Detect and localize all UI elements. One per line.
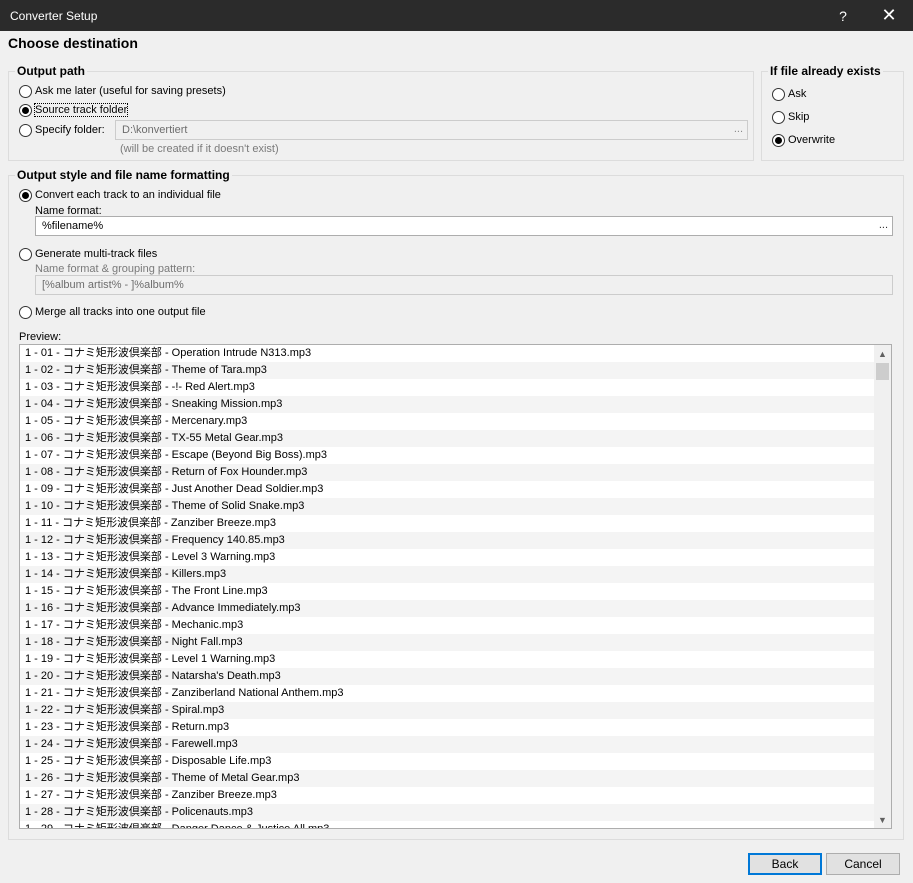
radio-indicator [19, 247, 32, 261]
exists-overwrite-radio[interactable]: Overwrite [772, 132, 835, 148]
individual-file-label: Convert each track to an individual file [35, 189, 221, 201]
list-item[interactable]: 1 - 18 - コナミ矩形波倶楽部 - Night Fall.mp3 [20, 634, 875, 651]
list-item[interactable]: 1 - 04 - コナミ矩形波倶楽部 - Sneaking Mission.mp… [20, 396, 875, 413]
grouping-pattern-input[interactable]: [%album artist% - ]%album% [35, 275, 893, 295]
list-item[interactable]: 1 - 15 - コナミ矩形波倶楽部 - The Front Line.mp3 [20, 583, 875, 600]
preview-list[interactable]: 1 - 01 - コナミ矩形波倶楽部 - Operation Intrude N… [19, 344, 892, 829]
list-item[interactable]: 1 - 03 - コナミ矩形波倶楽部 - -!- Red Alert.mp3 [20, 379, 875, 396]
specify-folder-label: Specify folder: [35, 124, 105, 136]
exists-skip-label: Skip [788, 111, 810, 123]
folder-hint: (will be created if it doesn't exist) [120, 143, 279, 155]
back-button[interactable]: Back [748, 853, 822, 875]
list-item[interactable]: 1 - 27 - コナミ矩形波倶楽部 - Zanziber Breeze.mp3 [20, 787, 875, 804]
list-item[interactable]: 1 - 19 - コナミ矩形波倶楽部 - Level 1 Warning.mp3 [20, 651, 875, 668]
merge-radio[interactable]: Merge all tracks into one output file [19, 304, 206, 320]
list-item[interactable]: 1 - 16 - コナミ矩形波倶楽部 - Advance Immediately… [20, 600, 875, 617]
radio-indicator [19, 188, 32, 202]
list-item[interactable]: 1 - 11 - コナミ矩形波倶楽部 - Zanziber Breeze.mp3 [20, 515, 875, 532]
grouping-pattern-value: [%album artist% - ]%album% [42, 279, 184, 291]
preview-items: 1 - 01 - コナミ矩形波倶楽部 - Operation Intrude N… [20, 345, 875, 828]
output-path-label: Output path [15, 64, 87, 78]
radio-indicator [19, 84, 32, 98]
multitrack-radio[interactable]: Generate multi-track files [19, 246, 157, 262]
folder-path-value: D:\konvertiert [122, 124, 188, 136]
list-item[interactable]: 1 - 14 - コナミ矩形波倶楽部 - Killers.mp3 [20, 566, 875, 583]
radio-indicator [19, 103, 32, 117]
list-item[interactable]: 1 - 24 - コナミ矩形波倶楽部 - Farewell.mp3 [20, 736, 875, 753]
list-item[interactable]: 1 - 10 - コナミ矩形波倶楽部 - Theme of Solid Snak… [20, 498, 875, 515]
if-exists-label: If file already exists [768, 64, 883, 78]
radio-indicator [772, 110, 785, 124]
list-item[interactable]: 1 - 29 - コナミ矩形波倶楽部 - Danger Dance & Just… [20, 821, 875, 828]
ask-later-label: Ask me later (useful for saving presets) [35, 85, 226, 97]
multitrack-label: Generate multi-track files [35, 248, 158, 260]
individual-file-radio[interactable]: Convert each track to an individual file [19, 187, 221, 203]
list-item[interactable]: 1 - 05 - コナミ矩形波倶楽部 - Mercenary.mp3 [20, 413, 875, 430]
name-format-value: %filename% [42, 220, 104, 232]
preview-scrollbar[interactable]: ▲ ▼ [874, 345, 891, 828]
exists-skip-radio[interactable]: Skip [772, 109, 809, 125]
exists-ask-label: Ask [788, 88, 807, 100]
list-item[interactable]: 1 - 06 - コナミ矩形波倶楽部 - TX-55 Metal Gear.mp… [20, 430, 875, 447]
list-item[interactable]: 1 - 07 - コナミ矩形波倶楽部 - Escape (Beyond Big … [20, 447, 875, 464]
window-title: Converter Setup [10, 9, 98, 23]
exists-overwrite-label: Overwrite [788, 134, 836, 146]
radio-indicator [772, 87, 785, 101]
list-item[interactable]: 1 - 12 - コナミ矩形波倶楽部 - Frequency 140.85.mp… [20, 532, 875, 549]
list-item[interactable]: 1 - 25 - コナミ矩形波倶楽部 - Disposable Life.mp3 [20, 753, 875, 770]
title-bar: Converter Setup ? ✕ [0, 0, 913, 31]
list-item[interactable]: 1 - 28 - コナミ矩形波倶楽部 - Policenauts.mp3 [20, 804, 875, 821]
close-button[interactable]: ✕ [866, 0, 912, 31]
radio-indicator [19, 305, 32, 319]
close-icon: ✕ [881, 5, 897, 25]
list-item[interactable]: 1 - 26 - コナミ矩形波倶楽部 - Theme of Metal Gear… [20, 770, 875, 787]
list-item[interactable]: 1 - 22 - コナミ矩形波倶楽部 - Spiral.mp3 [20, 702, 875, 719]
source-folder-radio[interactable]: Source track folder [19, 102, 129, 118]
list-item[interactable]: 1 - 13 - コナミ矩形波倶楽部 - Level 3 Warning.mp3 [20, 549, 875, 566]
cancel-button[interactable]: Cancel [826, 853, 900, 875]
exists-ask-radio[interactable]: Ask [772, 86, 806, 102]
list-item[interactable]: 1 - 09 - コナミ矩形波倶楽部 - Just Another Dead S… [20, 481, 875, 498]
list-item[interactable]: 1 - 21 - コナミ矩形波倶楽部 - Zanziberland Nation… [20, 685, 875, 702]
preview-label: Preview: [19, 331, 62, 343]
list-item[interactable]: 1 - 17 - コナミ矩形波倶楽部 - Mechanic.mp3 [20, 617, 875, 634]
name-format-browse-button[interactable]: ... [879, 219, 888, 231]
browse-folder-button[interactable]: ... [734, 123, 743, 135]
radio-indicator [19, 123, 32, 137]
merge-label: Merge all tracks into one output file [35, 306, 206, 318]
list-item[interactable]: 1 - 23 - コナミ矩形波倶楽部 - Return.mp3 [20, 719, 875, 736]
folder-path-input[interactable]: D:\konvertiert ... [115, 120, 748, 140]
specify-folder-radio[interactable]: Specify folder: [19, 122, 105, 138]
page-title: Choose destination [8, 35, 138, 51]
help-button[interactable]: ? [820, 0, 866, 31]
grouping-pattern-label: Name format & grouping pattern: [35, 263, 196, 275]
ask-later-radio[interactable]: Ask me later (useful for saving presets) [19, 83, 226, 99]
chevron-up-icon[interactable]: ▲ [874, 345, 891, 362]
list-item[interactable]: 1 - 01 - コナミ矩形波倶楽部 - Operation Intrude N… [20, 345, 875, 362]
list-item[interactable]: 1 - 02 - コナミ矩形波倶楽部 - Theme of Tara.mp3 [20, 362, 875, 379]
list-item[interactable]: 1 - 20 - コナミ矩形波倶楽部 - Natarsha's Death.mp… [20, 668, 875, 685]
list-item[interactable]: 1 - 08 - コナミ矩形波倶楽部 - Return of Fox Hound… [20, 464, 875, 481]
radio-indicator [772, 133, 785, 147]
scroll-thumb[interactable] [876, 363, 889, 380]
chevron-down-icon[interactable]: ▼ [874, 811, 891, 828]
source-folder-label: Source track folder [33, 103, 129, 117]
name-format-input[interactable]: %filename% ... [35, 216, 893, 236]
output-style-label: Output style and file name formatting [15, 168, 232, 182]
